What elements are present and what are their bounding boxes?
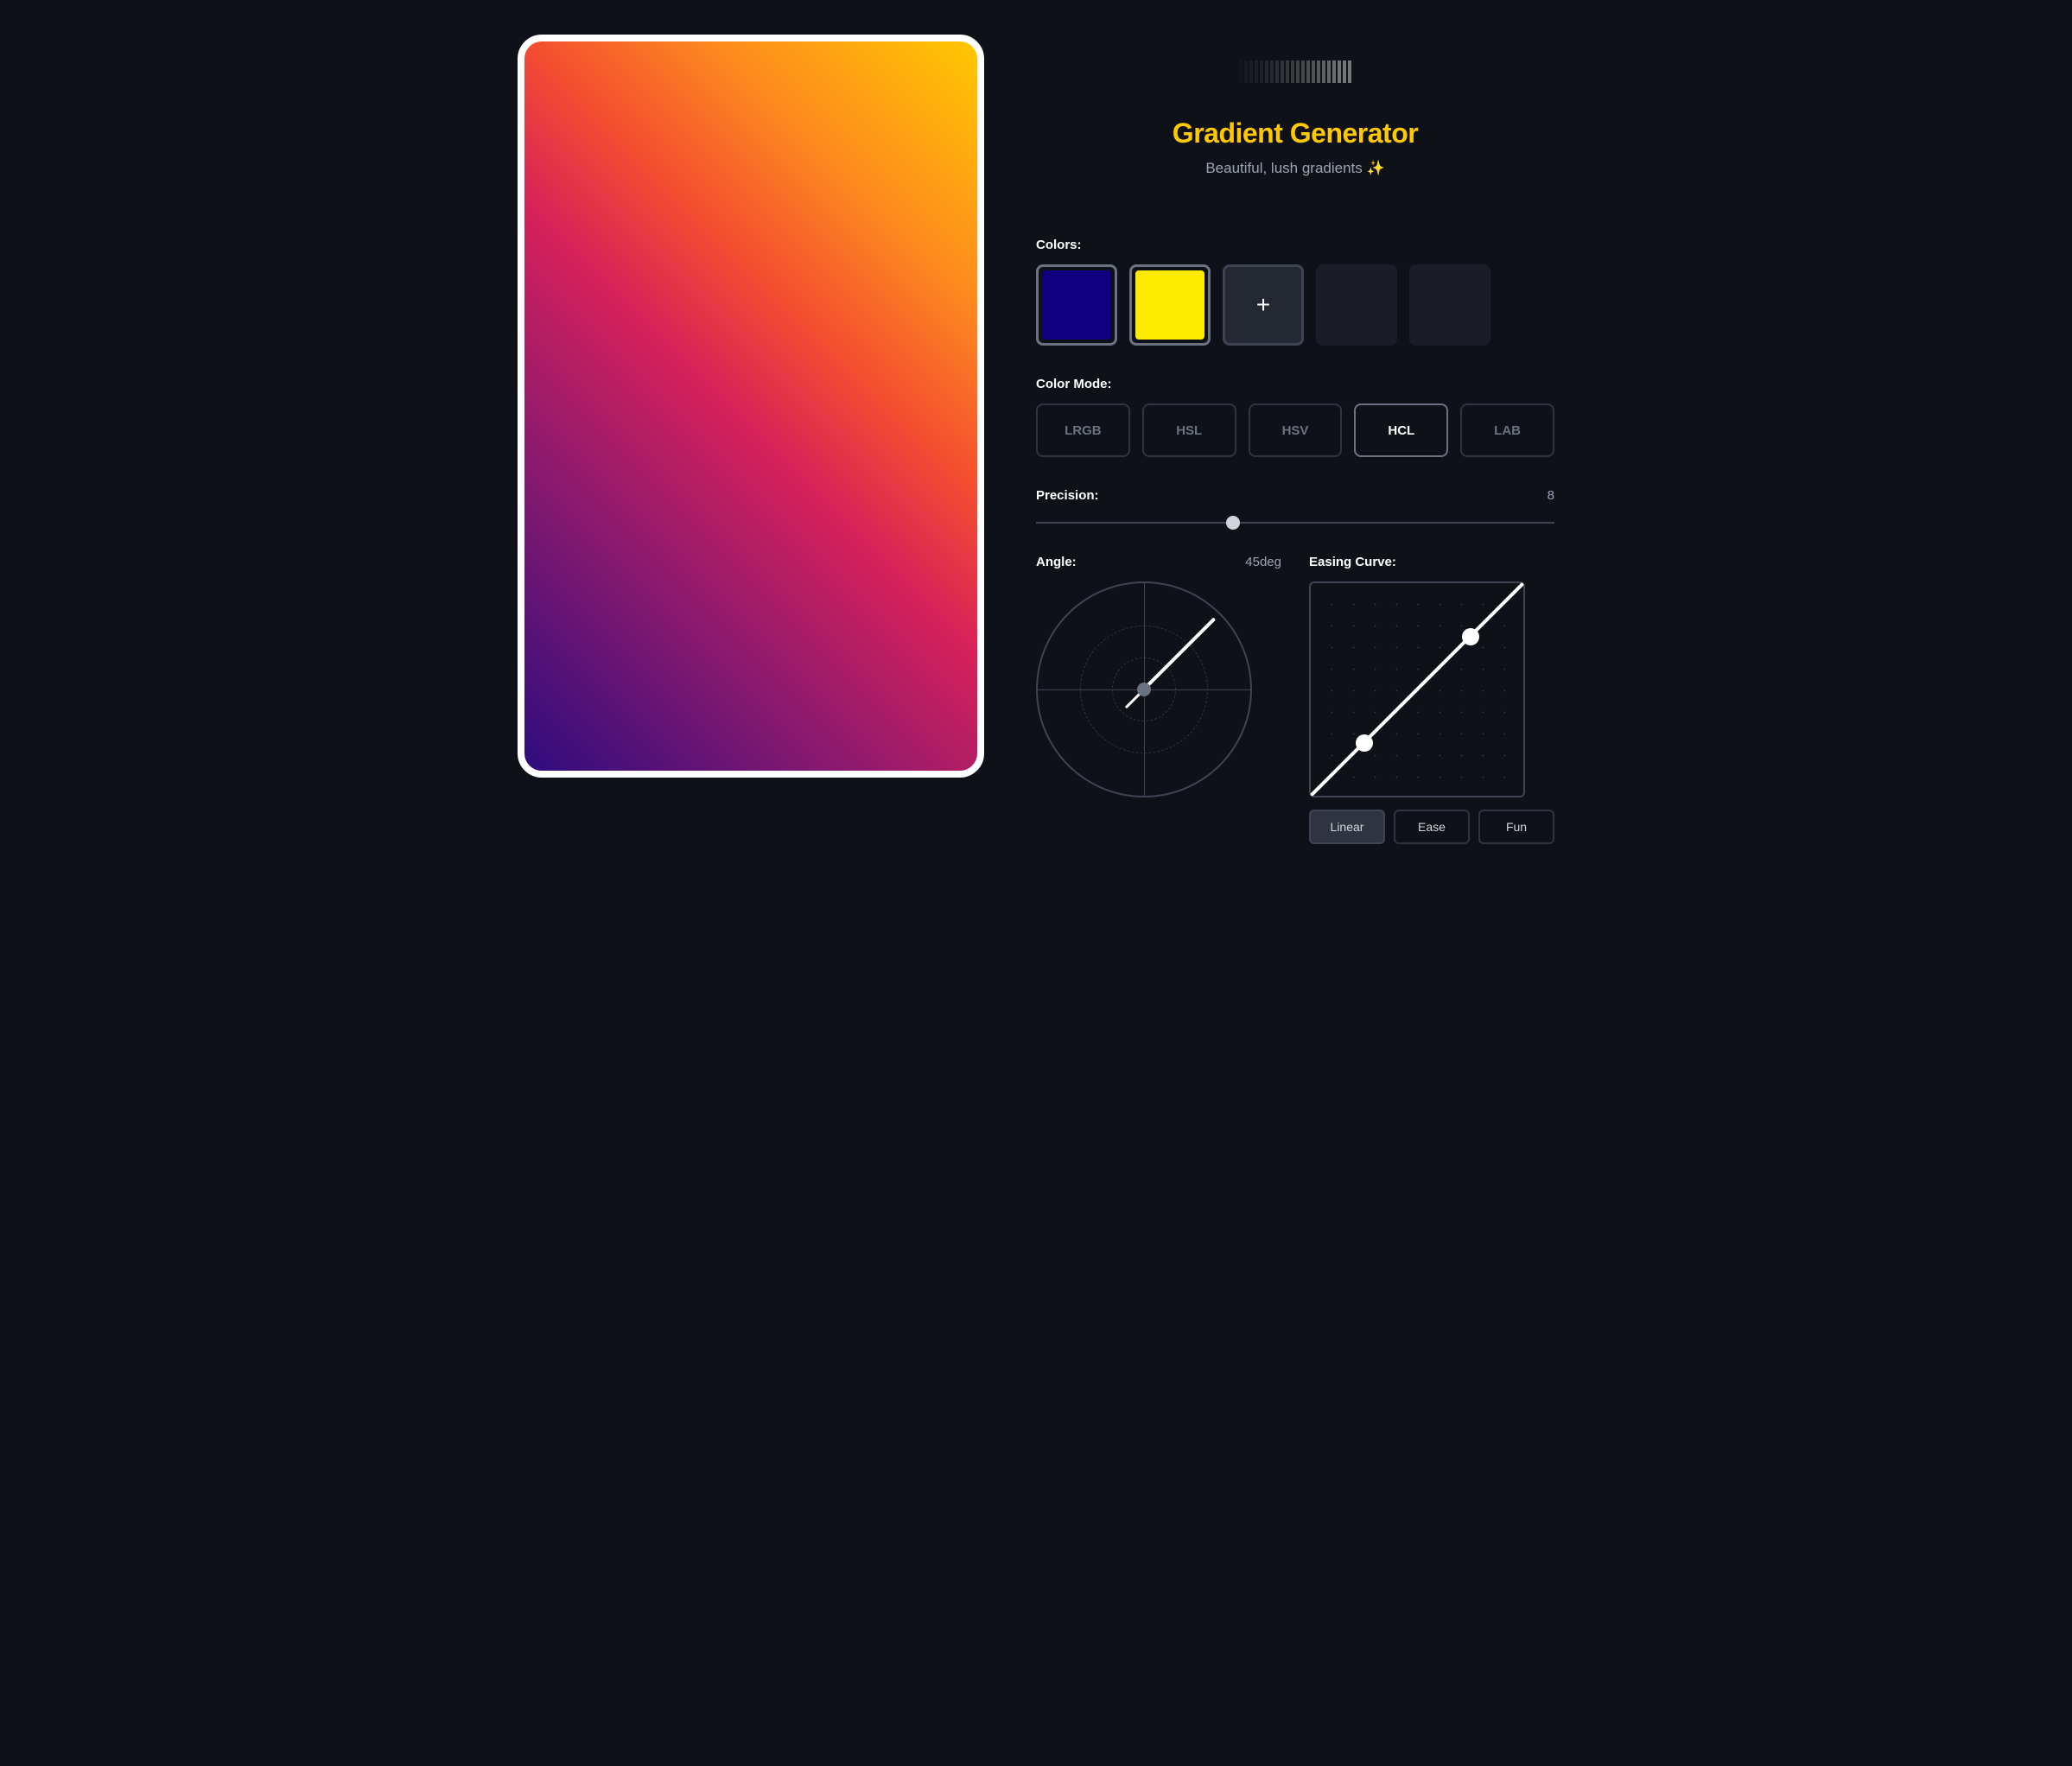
decorative-bar [1255, 60, 1258, 83]
easing-label: Easing Curve: [1309, 555, 1396, 569]
decorative-bar [1343, 60, 1346, 83]
decorative-bar [1291, 60, 1294, 83]
precision-label: Precision: [1036, 488, 1099, 503]
color-mode-lab[interactable]: LAB [1460, 403, 1554, 457]
easing-curve-line [1310, 582, 1524, 797]
easing-preset-ease[interactable]: Ease [1394, 810, 1470, 844]
decorative-bar [1348, 60, 1351, 83]
color-mode-section: Color Mode: LRGBHSLHSVHCLLAB [1036, 377, 1554, 457]
easing-preset-buttons: Linear EaseFun [1309, 810, 1554, 844]
decorative-bars [1036, 60, 1554, 83]
colors-label: Colors: [1036, 238, 1554, 252]
color-swatches: + [1036, 264, 1554, 346]
empty-color-swatch [1316, 264, 1397, 346]
header: Gradient Generator Beautiful, lush gradi… [1036, 60, 1554, 177]
decorative-bar [1312, 60, 1315, 83]
preview-panel [518, 35, 984, 844]
angle-center-dot[interactable] [1137, 683, 1151, 696]
easing-label-row: Easing Curve: [1309, 555, 1554, 569]
colors-section: Colors: + [1036, 238, 1554, 346]
decorative-bar [1306, 60, 1310, 83]
color-mode-hcl[interactable]: HCL [1354, 403, 1448, 457]
decorative-bar [1239, 60, 1243, 83]
decorative-bar [1332, 60, 1336, 83]
decorative-bar [1249, 60, 1253, 83]
decorative-bar [1327, 60, 1331, 83]
empty-color-swatch [1409, 264, 1490, 346]
easing-preset-fun[interactable]: Fun [1478, 810, 1554, 844]
precision-slider[interactable] [1036, 522, 1554, 524]
decorative-bar [1281, 60, 1284, 83]
gradient-generator-app: Gradient Generator Beautiful, lush gradi… [518, 35, 1554, 844]
decorative-bar [1244, 60, 1248, 83]
decorative-bar [1317, 60, 1320, 83]
color-mode-buttons: LRGBHSLHSVHCLLAB [1036, 403, 1554, 457]
color-mode-lrgb[interactable]: LRGB [1036, 403, 1130, 457]
easing-preset-linear[interactable]: Linear [1309, 810, 1385, 844]
easing-handle-1[interactable] [1356, 734, 1373, 752]
color-swatch-1[interactable] [1129, 264, 1211, 346]
decorative-bar [1322, 60, 1325, 83]
decorative-bar [1260, 60, 1263, 83]
color-swatch-fill [1042, 270, 1111, 340]
controls-panel: Gradient Generator Beautiful, lush gradi… [1036, 35, 1554, 844]
page-subtitle: Beautiful, lush gradients ✨ [1036, 160, 1554, 177]
decorative-bar [1338, 60, 1341, 83]
color-swatch-0[interactable] [1036, 264, 1117, 346]
angle-label: Angle: [1036, 555, 1077, 569]
decorative-bar [1286, 60, 1289, 83]
precision-slider-thumb[interactable] [1226, 516, 1240, 530]
decorative-bar [1265, 60, 1268, 83]
easing-curve-box[interactable] [1309, 581, 1525, 797]
gradient-preview [518, 35, 984, 778]
precision-value: 8 [1548, 488, 1554, 503]
color-mode-hsl[interactable]: HSL [1142, 403, 1236, 457]
decorative-bar [1275, 60, 1279, 83]
decorative-bar [1270, 60, 1274, 83]
angle-value: 45deg [1245, 555, 1281, 569]
precision-label-row: Precision: 8 [1036, 488, 1554, 503]
decorative-bar [1301, 60, 1305, 83]
angle-section: Angle: 45deg [1036, 555, 1281, 844]
decorative-bar [1296, 60, 1300, 83]
easing-section: Easing Curve: Linear EaseFun [1309, 555, 1554, 844]
page-title: Gradient Generator [1036, 118, 1554, 149]
angle-wheel[interactable] [1036, 581, 1252, 797]
color-swatch-fill [1135, 270, 1204, 340]
precision-section: Precision: 8 [1036, 488, 1554, 524]
add-color-button[interactable]: + [1223, 264, 1304, 346]
easing-handle-2[interactable] [1462, 628, 1479, 645]
plus-icon: + [1256, 291, 1270, 319]
bottom-row: Angle: 45deg Easing Curve: [1036, 555, 1554, 844]
color-mode-label: Color Mode: [1036, 377, 1554, 391]
color-mode-hsv[interactable]: HSV [1249, 403, 1343, 457]
angle-label-row: Angle: 45deg [1036, 555, 1281, 569]
